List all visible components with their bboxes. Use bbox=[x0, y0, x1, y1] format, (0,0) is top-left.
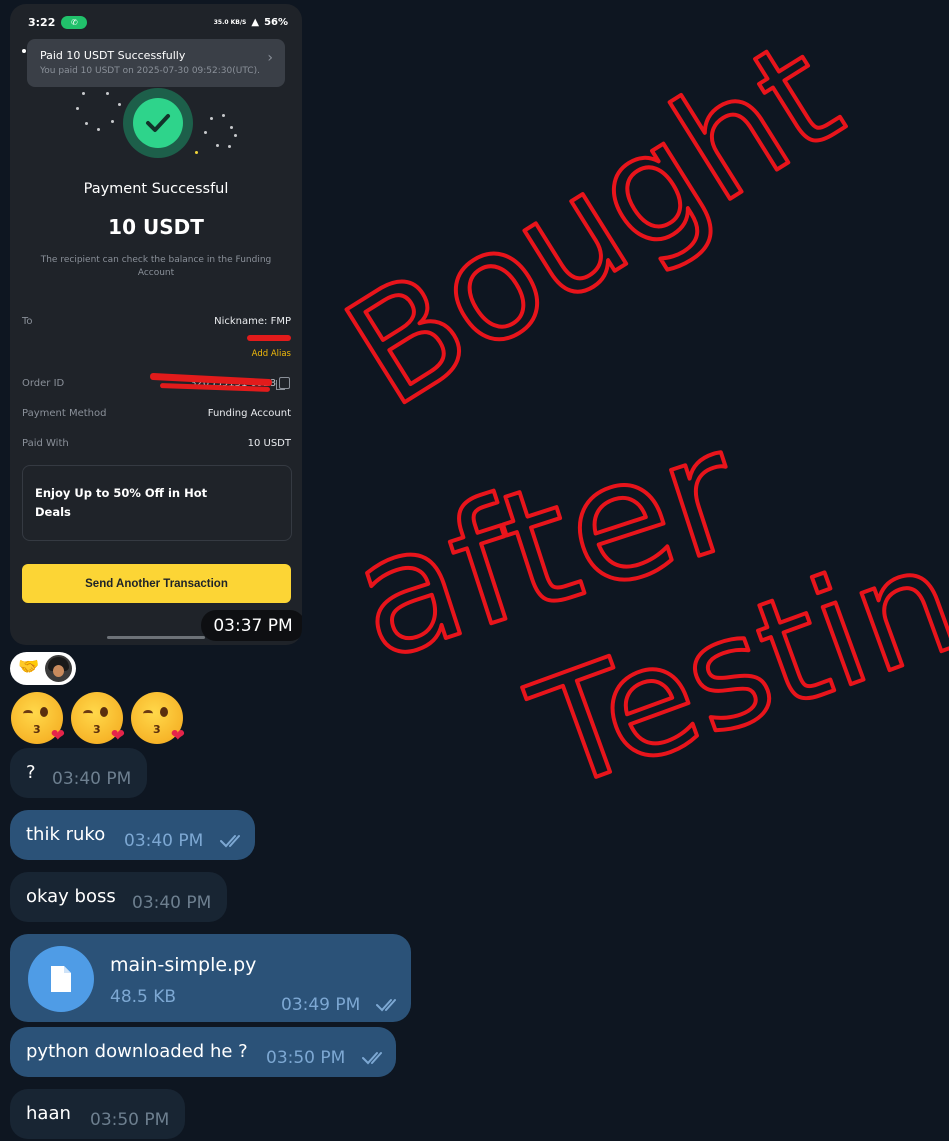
kissing-heart-emoji-icon: 3 ❤ bbox=[131, 692, 185, 746]
message-text: okay boss bbox=[26, 886, 116, 907]
status-time: 3:22 bbox=[28, 16, 56, 29]
confetti-dot bbox=[195, 151, 198, 154]
status-bar-right: 35.0 KB/S ▲ 56% bbox=[214, 17, 288, 28]
promo-card[interactable]: Enjoy Up to 50% Off in Hot Deals bbox=[22, 465, 292, 541]
network-speed: 35.0 KB/S bbox=[213, 18, 247, 26]
message-time: 03:40 PM bbox=[52, 769, 132, 789]
notification-subtitle: You paid 10 USDT on 2025-07-30 09:52:30(… bbox=[40, 66, 260, 76]
avatar bbox=[45, 655, 72, 682]
message-time: 03:49 PM bbox=[281, 995, 361, 1015]
status-bar-left: 3:22 ✆ bbox=[28, 16, 88, 29]
message-bubble-outgoing[interactable]: thik ruko 03:40 PM bbox=[10, 810, 255, 860]
message-time: 03:50 PM bbox=[90, 1110, 170, 1130]
double-check-icon bbox=[376, 999, 396, 1012]
payment-notification[interactable]: Paid 10 USDT Successfully You paid 10 US… bbox=[27, 39, 285, 87]
message-text: thik ruko bbox=[26, 824, 106, 845]
confetti-dot bbox=[234, 134, 237, 137]
message-text: python downloaded he ? bbox=[26, 1041, 248, 1062]
confetti-dot bbox=[97, 128, 100, 131]
success-check-icon bbox=[123, 88, 193, 158]
notification-title: Paid 10 USDT Successfully bbox=[40, 49, 186, 62]
double-check-icon bbox=[362, 1052, 382, 1065]
message-time: 03:40 PM bbox=[132, 893, 212, 913]
confetti-dot bbox=[111, 120, 114, 123]
payment-title: Payment Successful bbox=[83, 181, 229, 197]
confetti-dot bbox=[230, 126, 233, 129]
message-text: ? bbox=[26, 762, 36, 783]
order-id-label: Order ID bbox=[22, 378, 65, 389]
payment-method-value: Funding Account bbox=[207, 408, 291, 419]
confetti-dot bbox=[82, 92, 85, 95]
confetti-dot bbox=[204, 131, 207, 134]
confetti-dot bbox=[222, 114, 225, 117]
payment-screenshot-image[interactable]: 3:22 ✆ 35.0 KB/S ▲ 56% Paid 10 USDT Succ… bbox=[10, 4, 302, 645]
confetti-dot bbox=[210, 117, 213, 120]
payment-amount: 10 USDT bbox=[108, 215, 204, 239]
home-indicator bbox=[107, 636, 205, 639]
reaction-pill[interactable]: 🤝 bbox=[10, 652, 76, 685]
redaction-scribble bbox=[247, 335, 291, 341]
annotation-line-3: Testing bbox=[512, 480, 949, 824]
payment-method-label: Payment Method bbox=[22, 408, 107, 419]
message-time: 03:50 PM bbox=[266, 1048, 346, 1068]
back-icon[interactable] bbox=[22, 49, 26, 53]
file-size: 48.5 KB bbox=[110, 987, 177, 1007]
send-another-transaction-button[interactable]: Send Another Transaction bbox=[22, 564, 291, 603]
copy-icon[interactable] bbox=[276, 377, 290, 390]
double-check-icon bbox=[220, 835, 240, 848]
paid-with-label: Paid With bbox=[22, 438, 69, 449]
confetti-dot bbox=[106, 92, 109, 95]
paid-with-value: 10 USDT bbox=[247, 438, 291, 449]
confetti-dot bbox=[228, 145, 231, 148]
signal-icon: ▲ bbox=[251, 17, 260, 28]
to-value: Nickname: FMP bbox=[214, 316, 291, 327]
confetti-dot bbox=[85, 122, 88, 125]
message-bubble-incoming[interactable]: ? 03:40 PM bbox=[10, 748, 147, 798]
handshake-icon: 🤝 bbox=[18, 657, 40, 677]
confetti-dot bbox=[216, 144, 219, 147]
file-message-outgoing[interactable]: main-simple.py 48.5 KB 03:49 PM bbox=[10, 934, 411, 1022]
to-label: To bbox=[22, 316, 33, 327]
kissing-heart-emoji-icon: 3 ❤ bbox=[11, 692, 65, 746]
payment-note: The recipient can check the balance in t… bbox=[40, 255, 272, 278]
message-time: 03:37 PM bbox=[201, 610, 302, 641]
add-alias-link[interactable]: Add Alias bbox=[252, 349, 291, 359]
confetti-dot bbox=[118, 103, 121, 106]
promo-text: Enjoy Up to 50% Off in Hot Deals bbox=[35, 486, 208, 519]
file-download-icon[interactable] bbox=[28, 946, 94, 1012]
message-bubble-incoming[interactable]: haan 03:50 PM bbox=[10, 1089, 185, 1139]
message-text: haan bbox=[26, 1103, 71, 1124]
battery-level: 56% bbox=[264, 17, 288, 28]
kissing-heart-emoji-icon: 3 ❤ bbox=[71, 692, 125, 746]
message-bubble-incoming[interactable]: okay boss 03:40 PM bbox=[10, 872, 227, 922]
message-bubble-outgoing[interactable]: python downloaded he ? 03:50 PM bbox=[10, 1027, 396, 1077]
annotation-line-1: Bought bbox=[319, 7, 868, 440]
chevron-right-icon: › bbox=[267, 50, 273, 66]
message-time: 03:40 PM bbox=[124, 831, 204, 851]
file-name: main-simple.py bbox=[110, 954, 257, 976]
call-icon: ✆ bbox=[61, 16, 88, 29]
confetti-dot bbox=[76, 107, 79, 110]
annotation-line-2: after bbox=[331, 394, 762, 697]
